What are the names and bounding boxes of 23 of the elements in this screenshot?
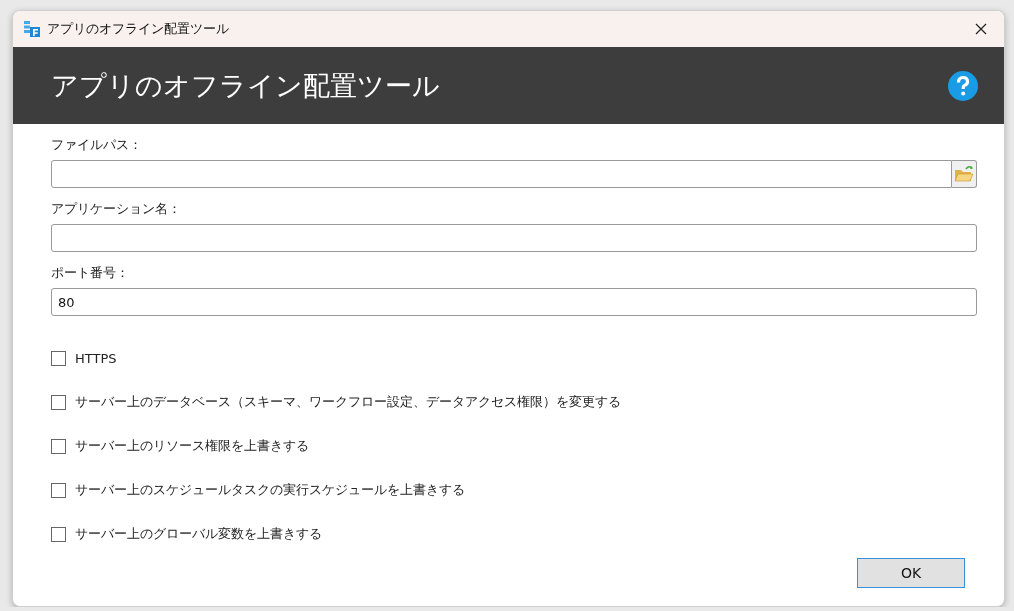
window-title: アプリのオフライン配置ツール bbox=[47, 20, 229, 38]
input-field[interactable] bbox=[51, 160, 952, 188]
field-label: ファイルパス： bbox=[51, 136, 142, 154]
checkbox-label: サーバー上のデータベース（スキーマ、ワークフロー設定、データアクセス権限）を変更する bbox=[75, 393, 621, 411]
app-icon bbox=[23, 20, 41, 38]
checkbox[interactable] bbox=[51, 482, 66, 498]
close-icon bbox=[975, 23, 987, 35]
help-button[interactable] bbox=[948, 70, 978, 101]
field-label: アプリケーション名： bbox=[51, 200, 181, 218]
field-label: ポート番号： bbox=[51, 264, 129, 282]
checkbox-label: サーバー上のグローバル変数を上書きする bbox=[75, 525, 322, 543]
folder-icon bbox=[954, 165, 974, 183]
ok-button[interactable]: OK bbox=[857, 558, 965, 588]
checkbox[interactable] bbox=[51, 526, 66, 542]
checkbox-label: サーバー上のリソース権限を上書きする bbox=[75, 437, 309, 455]
header-title: アプリのオフライン配置ツール bbox=[51, 68, 440, 103]
checkbox[interactable] bbox=[51, 350, 66, 366]
checkbox[interactable] bbox=[51, 438, 66, 454]
input-field[interactable]: 80 bbox=[51, 288, 977, 316]
checkbox-label: HTTPS bbox=[75, 350, 117, 366]
checkbox[interactable] bbox=[51, 394, 66, 410]
checkbox-label: サーバー上のスケジュールタスクの実行スケジュールを上書きする bbox=[75, 481, 465, 499]
input-field[interactable] bbox=[51, 224, 977, 252]
